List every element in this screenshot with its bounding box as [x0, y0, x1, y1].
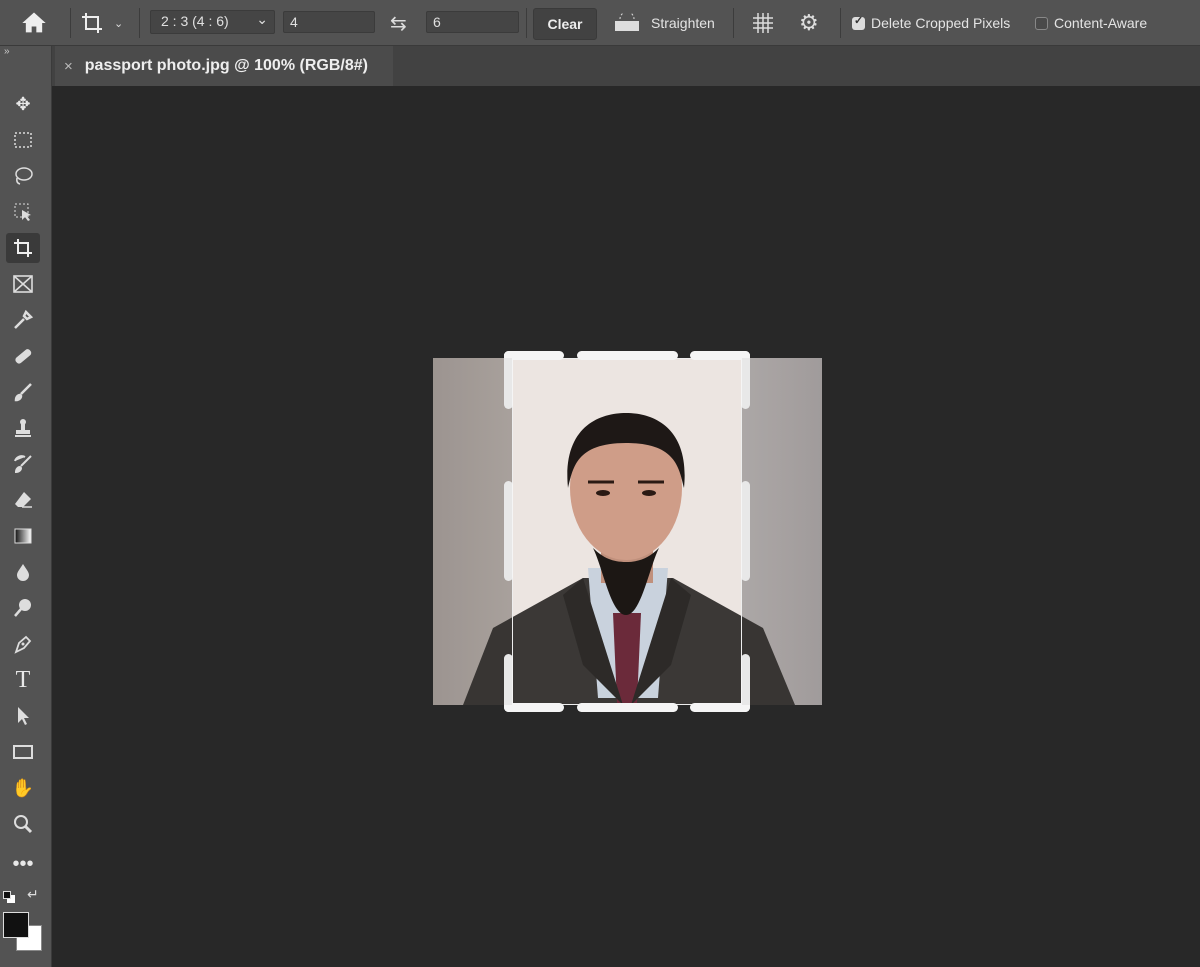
rectangle-icon — [13, 745, 33, 759]
dodge-icon — [14, 599, 31, 617]
height-input[interactable]: 6 — [426, 11, 519, 33]
stamp-icon — [15, 419, 31, 437]
pen-tool[interactable] — [6, 629, 40, 659]
eyedropper-icon — [14, 309, 34, 329]
gradient-tool[interactable] — [6, 521, 40, 551]
swap-arrows-icon: ⇆ — [390, 12, 407, 35]
crop-handle-top[interactable] — [577, 351, 678, 360]
tools-panel: » ✥ T ✋ ••• ↵ — [0, 46, 52, 967]
ratio-select[interactable]: 2 : 3 (4 : 6) ⌄ — [150, 10, 275, 34]
crop-preset-picker[interactable]: ⌄ — [80, 0, 123, 46]
gear-icon: ⚙ — [799, 10, 819, 35]
crop-icon — [82, 13, 102, 33]
straighten-button[interactable]: Straighten — [614, 0, 715, 46]
brush-tool[interactable] — [6, 377, 40, 407]
more-tools-button[interactable]: ••• — [6, 849, 40, 879]
ellipsis-icon: ••• — [12, 852, 34, 875]
hand-tool[interactable]: ✋ — [6, 773, 40, 803]
document-tab-bar: × passport photo.jpg @ 100% (RGB/8#) — [52, 46, 1200, 86]
frame-tool[interactable] — [6, 269, 40, 299]
rectangular-marquee-icon — [14, 132, 32, 148]
crop-handle-bottom-left[interactable] — [504, 703, 564, 712]
options-bar: ⌄ 2 : 3 (4 : 6) ⌄ 4 ⇆ 6 Clear Straighten… — [0, 0, 1200, 46]
move-tool[interactable]: ✥ — [6, 89, 40, 119]
grid-overlay-icon — [753, 13, 773, 33]
delete-cropped-pixels-checkbox[interactable]: ✓ Delete Cropped Pixels — [852, 0, 1010, 46]
zoom-tool[interactable] — [6, 809, 40, 839]
history-brush-icon — [14, 455, 32, 474]
default-colors-icon[interactable] — [3, 891, 15, 903]
brush-icon — [14, 383, 32, 402]
rectangle-tool[interactable] — [6, 737, 40, 767]
dodge-tool[interactable] — [6, 593, 40, 623]
clone-stamp-tool[interactable] — [6, 413, 40, 443]
lasso-icon — [15, 167, 33, 185]
foreground-color-swatch[interactable] — [3, 912, 29, 938]
eraser-tool[interactable] — [6, 485, 40, 515]
object-selection-tool[interactable] — [6, 197, 40, 227]
home-icon — [22, 12, 46, 33]
eraser-icon — [15, 492, 32, 508]
magnifier-icon — [14, 815, 33, 834]
path-selection-tool[interactable] — [6, 701, 40, 731]
crop-handle-bottom[interactable] — [577, 703, 678, 712]
blur-tool[interactable] — [6, 557, 40, 587]
crop-icon — [14, 239, 32, 257]
drop-icon — [17, 564, 29, 581]
arrow-cursor-icon — [18, 707, 29, 725]
chevron-down-icon: ⌄ — [256, 11, 268, 27]
swap-colors-icon[interactable]: ↵ — [27, 886, 39, 903]
crop-outside-shade-left — [433, 358, 512, 705]
bandage-icon — [15, 349, 32, 364]
chevron-down-icon: ⌄ — [114, 17, 124, 30]
content-aware-checkbox[interactable]: Content-Aware — [1035, 0, 1147, 46]
frame-icon — [13, 275, 33, 293]
width-input[interactable]: 4 — [283, 11, 375, 33]
home-button[interactable] — [20, 0, 48, 46]
checkbox-unchecked-icon — [1035, 16, 1048, 30]
object-selection-icon — [14, 203, 31, 221]
swap-button[interactable]: ⇆ — [390, 0, 407, 46]
crop-handle-top-left[interactable] — [504, 351, 564, 360]
level-icon — [615, 13, 639, 31]
healing-brush-tool[interactable] — [6, 341, 40, 371]
crop-tool[interactable] — [6, 233, 40, 263]
eyedropper-tool[interactable] — [6, 305, 40, 335]
pen-icon — [14, 635, 32, 654]
crop-box[interactable] — [512, 358, 742, 705]
marquee-tool[interactable] — [6, 125, 40, 155]
crop-outside-shade-right — [742, 358, 822, 705]
history-brush-tool[interactable] — [6, 449, 40, 479]
gradient-icon — [14, 528, 32, 544]
crop-settings-button[interactable]: ⚙ — [799, 0, 819, 46]
document-tab[interactable]: × passport photo.jpg @ 100% (RGB/8#) — [55, 46, 393, 86]
lasso-tool[interactable] — [6, 161, 40, 191]
move-icon: ✥ — [15, 93, 31, 114]
type-icon: T — [15, 666, 31, 693]
close-tab-icon[interactable]: × — [64, 58, 73, 75]
hand-icon: ✋ — [11, 777, 35, 798]
checkbox-checked-icon: ✓ — [852, 15, 865, 30]
type-tool[interactable]: T — [6, 665, 40, 695]
clear-button[interactable]: Clear — [533, 8, 597, 40]
collapse-panel-icon[interactable]: » — [4, 46, 10, 57]
overlay-options-button[interactable] — [751, 0, 775, 46]
